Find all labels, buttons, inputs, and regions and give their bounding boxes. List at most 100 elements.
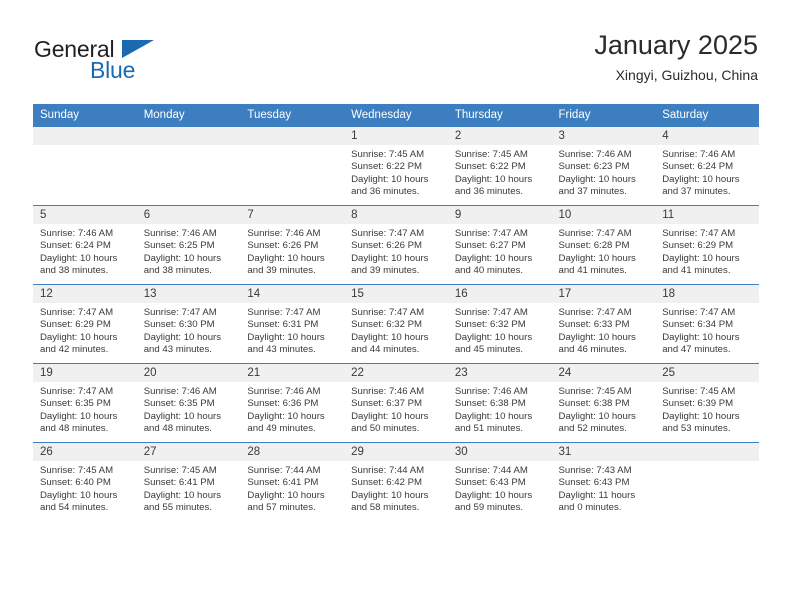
daylight-text-line1: Daylight: 10 hours bbox=[40, 410, 118, 422]
calendar-cell-day[interactable]: 3 Sunrise: 7:46 AM Sunset: 6:23 PM Daylight… bbox=[551, 126, 656, 206]
calendar-cell-empty bbox=[136, 126, 241, 206]
sun-info: Sunrise: 7:47 AM Sunset: 6:29 PM Daylight:… bbox=[655, 224, 759, 277]
day-cell-content: 21 Sunrise: 7:46 AM Sunset: 6:36 PM Dayligh… bbox=[240, 364, 345, 442]
sunset-text: Sunset: 6:42 PM bbox=[351, 477, 423, 489]
calendar-cell-day[interactable]: 30 Sunrise: 7:44 AM Sunset: 6:43 PM Dayligh… bbox=[447, 442, 552, 521]
calendar-cell-day[interactable]: 18 Sunrise: 7:47 AM Sunset: 6:34 PM Dayligh… bbox=[655, 284, 759, 364]
daylight-text-line2: and 54 minutes. bbox=[40, 501, 109, 513]
sunset-text: Sunset: 6:25 PM bbox=[143, 240, 215, 252]
daylight-text-line2: and 37 minutes. bbox=[558, 185, 627, 197]
calendar-cell-day[interactable]: 26 Sunrise: 7:45 AM Sunset: 6:40 PM Dayligh… bbox=[33, 442, 137, 521]
calendar-cell-day[interactable]: 21 Sunrise: 7:46 AM Sunset: 6:36 PM Dayligh… bbox=[240, 363, 345, 443]
sun-info: Sunrise: 7:44 AM Sunset: 6:43 PM Daylight:… bbox=[448, 461, 552, 514]
calendar-cell-day[interactable]: 7 Sunrise: 7:46 AM Sunset: 6:26 PM Daylight… bbox=[240, 205, 345, 285]
calendar-cell-day[interactable]: 4 Sunrise: 7:46 AM Sunset: 6:24 PM Daylight… bbox=[655, 126, 759, 206]
sunrise-text: Sunrise: 7:46 AM bbox=[662, 149, 736, 160]
day-number bbox=[655, 443, 759, 461]
weekday-header-wednesday: Wednesday bbox=[344, 104, 448, 127]
calendar-cell-day[interactable]: 8 Sunrise: 7:47 AM Sunset: 6:26 PM Daylight… bbox=[344, 205, 448, 285]
calendar-cell-day[interactable]: 1 Sunrise: 7:45 AM Sunset: 6:22 PM Daylight… bbox=[344, 126, 448, 206]
daylight-text-line1: Daylight: 10 hours bbox=[247, 331, 325, 343]
day-number: 17 bbox=[551, 285, 656, 303]
daylight-text-line1: Daylight: 10 hours bbox=[143, 410, 222, 422]
daylight-text-line1: Daylight: 10 hours bbox=[351, 489, 429, 501]
day-number bbox=[136, 127, 241, 145]
calendar-cell-day[interactable]: 9 Sunrise: 7:47 AM Sunset: 6:27 PM Daylight… bbox=[447, 205, 552, 285]
day-number: 18 bbox=[655, 285, 759, 303]
calendar-cell-day[interactable]: 31 Sunrise: 7:43 AM Sunset: 6:43 PM Dayligh… bbox=[551, 442, 656, 521]
sunrise-text: Sunrise: 7:47 AM bbox=[247, 307, 321, 318]
calendar-week-row: 12 Sunrise: 7:47 AM Sunset: 6:29 PM Dayligh… bbox=[33, 284, 759, 364]
calendar-cell-day[interactable]: 19 Sunrise: 7:47 AM Sunset: 6:35 PM Dayligh… bbox=[33, 363, 137, 443]
day-cell-content bbox=[240, 127, 345, 205]
calendar-cell-day[interactable]: 25 Sunrise: 7:45 AM Sunset: 6:39 PM Dayligh… bbox=[655, 363, 759, 443]
day-number: 5 bbox=[33, 206, 137, 224]
sun-info: Sunrise: 7:47 AM Sunset: 6:26 PM Daylight:… bbox=[344, 224, 448, 277]
daylight-text-line1: Daylight: 10 hours bbox=[143, 331, 222, 343]
daylight-text-line1: Daylight: 10 hours bbox=[351, 410, 429, 422]
sun-info: Sunrise: 7:45 AM Sunset: 6:22 PM Daylight:… bbox=[344, 145, 448, 198]
calendar-cell-day[interactable]: 23 Sunrise: 7:46 AM Sunset: 6:38 PM Dayligh… bbox=[447, 363, 552, 443]
sunset-text: Sunset: 6:40 PM bbox=[40, 477, 111, 489]
sunset-text: Sunset: 6:24 PM bbox=[662, 161, 734, 173]
sunrise-text: Sunrise: 7:44 AM bbox=[351, 465, 425, 476]
sun-info: Sunrise: 7:46 AM Sunset: 6:37 PM Daylight:… bbox=[344, 382, 448, 435]
calendar-cell-day[interactable]: 14 Sunrise: 7:47 AM Sunset: 6:31 PM Dayligh… bbox=[240, 284, 345, 364]
sun-info: Sunrise: 7:46 AM Sunset: 6:24 PM Daylight:… bbox=[33, 224, 137, 277]
calendar-page: General Blue January 2025 Xingyi, Guizho… bbox=[0, 0, 792, 612]
calendar-cell-day[interactable]: 2 Sunrise: 7:45 AM Sunset: 6:22 PM Daylight… bbox=[447, 126, 552, 206]
calendar-cell-day[interactable]: 29 Sunrise: 7:44 AM Sunset: 6:42 PM Dayligh… bbox=[344, 442, 448, 521]
sunrise-text: Sunrise: 7:47 AM bbox=[351, 228, 425, 239]
daylight-text-line2: and 57 minutes. bbox=[247, 501, 316, 513]
sunset-text: Sunset: 6:41 PM bbox=[247, 477, 319, 489]
calendar-header-row: Sunday Monday Tuesday Wednesday Thursday… bbox=[33, 104, 759, 127]
sunset-text: Sunset: 6:38 PM bbox=[558, 398, 630, 410]
daylight-text-line2: and 39 minutes. bbox=[247, 264, 316, 276]
daylight-text-line1: Daylight: 10 hours bbox=[558, 410, 636, 422]
day-number: 14 bbox=[240, 285, 345, 303]
sun-info: Sunrise: 7:46 AM Sunset: 6:26 PM Daylight:… bbox=[240, 224, 344, 277]
calendar-cell-day[interactable]: 24 Sunrise: 7:45 AM Sunset: 6:38 PM Dayligh… bbox=[551, 363, 656, 443]
daylight-text-line2: and 42 minutes. bbox=[40, 343, 109, 355]
sun-info: Sunrise: 7:46 AM Sunset: 6:24 PM Daylight:… bbox=[655, 145, 759, 198]
sunset-text: Sunset: 6:33 PM bbox=[558, 319, 630, 331]
sun-info: Sunrise: 7:44 AM Sunset: 6:42 PM Daylight:… bbox=[344, 461, 448, 514]
weekday-header-saturday: Saturday bbox=[655, 104, 759, 127]
calendar-cell-day[interactable]: 6 Sunrise: 7:46 AM Sunset: 6:25 PM Daylight… bbox=[136, 205, 241, 285]
calendar-cell-day[interactable]: 10 Sunrise: 7:47 AM Sunset: 6:28 PM Dayligh… bbox=[551, 205, 656, 285]
daylight-text-line2: and 46 minutes. bbox=[558, 343, 627, 355]
day-number: 16 bbox=[447, 285, 552, 303]
calendar-cell-day[interactable]: 20 Sunrise: 7:46 AM Sunset: 6:35 PM Dayligh… bbox=[136, 363, 241, 443]
sunrise-text: Sunrise: 7:47 AM bbox=[143, 307, 217, 318]
day-cell-content: 10 Sunrise: 7:47 AM Sunset: 6:28 PM Dayligh… bbox=[551, 206, 656, 284]
calendar-cell-day[interactable]: 22 Sunrise: 7:46 AM Sunset: 6:37 PM Dayligh… bbox=[344, 363, 448, 443]
calendar-cell-day[interactable]: 5 Sunrise: 7:46 AM Sunset: 6:24 PM Daylight… bbox=[33, 205, 137, 285]
daylight-text-line1: Daylight: 10 hours bbox=[558, 252, 636, 264]
calendar-cell-day[interactable]: 13 Sunrise: 7:47 AM Sunset: 6:30 PM Dayligh… bbox=[136, 284, 241, 364]
calendar-cell-day[interactable]: 17 Sunrise: 7:47 AM Sunset: 6:33 PM Dayligh… bbox=[551, 284, 656, 364]
calendar-cell-day[interactable]: 16 Sunrise: 7:47 AM Sunset: 6:32 PM Dayligh… bbox=[447, 284, 552, 364]
sun-info: Sunrise: 7:45 AM Sunset: 6:38 PM Daylight:… bbox=[552, 382, 656, 435]
calendar-cell-day[interactable]: 15 Sunrise: 7:47 AM Sunset: 6:32 PM Dayligh… bbox=[344, 284, 448, 364]
day-cell-content bbox=[136, 127, 241, 205]
sunrise-text: Sunrise: 7:46 AM bbox=[247, 228, 321, 239]
day-number: 11 bbox=[655, 206, 759, 224]
calendar-cell-empty bbox=[655, 442, 759, 521]
daylight-text-line1: Daylight: 10 hours bbox=[662, 252, 740, 264]
calendar-week-row: 1 Sunrise: 7:45 AM Sunset: 6:22 PM Daylight… bbox=[33, 126, 759, 206]
calendar-cell-day[interactable]: 27 Sunrise: 7:45 AM Sunset: 6:41 PM Dayligh… bbox=[136, 442, 241, 521]
calendar-cell-day[interactable]: 28 Sunrise: 7:44 AM Sunset: 6:41 PM Dayligh… bbox=[240, 442, 345, 521]
sunset-text: Sunset: 6:39 PM bbox=[662, 398, 734, 410]
daylight-text-line1: Daylight: 10 hours bbox=[454, 331, 533, 343]
daylight-text-line1: Daylight: 10 hours bbox=[351, 173, 429, 185]
daylight-text-line2: and 53 minutes. bbox=[662, 422, 731, 434]
day-number: 20 bbox=[136, 364, 241, 382]
calendar-cell-day[interactable]: 12 Sunrise: 7:47 AM Sunset: 6:29 PM Dayligh… bbox=[33, 284, 137, 364]
day-cell-content: 2 Sunrise: 7:45 AM Sunset: 6:22 PM Daylight… bbox=[447, 127, 552, 205]
sun-info: Sunrise: 7:45 AM Sunset: 6:39 PM Daylight:… bbox=[655, 382, 759, 435]
day-cell-content: 23 Sunrise: 7:46 AM Sunset: 6:38 PM Dayligh… bbox=[447, 364, 552, 442]
sun-info: Sunrise: 7:47 AM Sunset: 6:29 PM Daylight:… bbox=[33, 303, 137, 356]
daylight-text-line1: Daylight: 10 hours bbox=[662, 410, 740, 422]
calendar-cell-day[interactable]: 11 Sunrise: 7:47 AM Sunset: 6:29 PM Dayligh… bbox=[655, 205, 759, 285]
daylight-text-line1: Daylight: 10 hours bbox=[454, 173, 533, 185]
